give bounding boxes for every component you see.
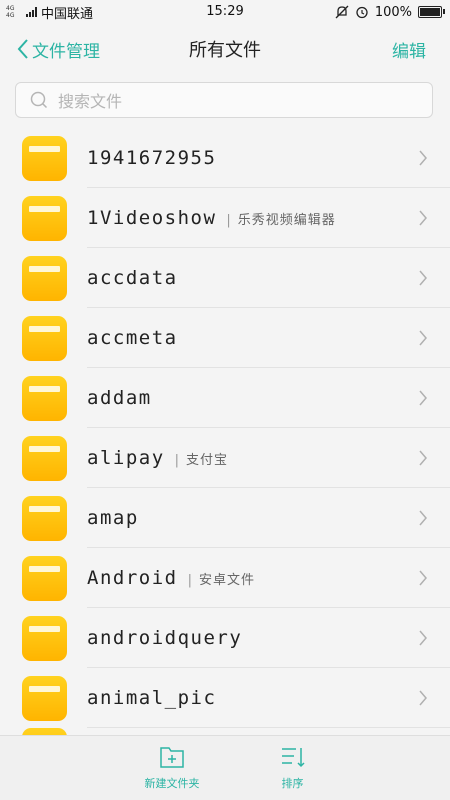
folder-name: 1Videoshow 乐秀视频编辑器 [87, 207, 336, 229]
folder-row[interactable]: accdata [0, 248, 450, 308]
new-folder-label: 新建文件夹 [144, 777, 200, 790]
clock: 15:29 [206, 4, 244, 19]
folder-icon [22, 135, 67, 181]
folder-row[interactable]: accmeta [0, 308, 450, 368]
back-label: 文件管理 [32, 41, 100, 62]
folder-icon [22, 195, 67, 241]
back-button[interactable]: 文件管理 [0, 37, 100, 62]
file-list: 1941672955 1Videoshow 乐秀视频编辑器 accdata accmet… [0, 128, 450, 746]
folder-name-text: alipay [87, 447, 165, 469]
folder-name-text: addam [87, 387, 152, 409]
folder-icon [22, 375, 67, 421]
folder-row[interactable]: Android 安卓文件 [0, 548, 450, 608]
folder-row[interactable]: 1941672955 [0, 128, 450, 188]
chevron-right-icon [419, 510, 427, 526]
folder-row[interactable]: 1Videoshow 乐秀视频编辑器 [0, 188, 450, 248]
folder-description: 安卓文件 [188, 573, 255, 588]
folder-name: accdata [87, 267, 178, 289]
chevron-left-icon [17, 39, 28, 59]
sort-icon [281, 748, 305, 768]
chevron-right-icon [419, 150, 427, 166]
folder-name-text: accmeta [87, 327, 178, 349]
folder-name: Android 安卓文件 [87, 567, 255, 589]
folder-icon [22, 315, 67, 361]
edit-button[interactable]: 编辑 [392, 37, 450, 62]
folder-name: 1941672955 [87, 147, 216, 169]
folder-name-text: 1941672955 [87, 147, 217, 169]
folder-name: alipay 支付宝 [87, 447, 228, 469]
search-icon [30, 91, 48, 109]
folder-row[interactable]: androidquery [0, 608, 450, 668]
folder-description: 乐秀视频编辑器 [226, 213, 335, 228]
folder-name-text: animal_pic [87, 687, 217, 709]
chevron-right-icon [419, 330, 427, 346]
search-input[interactable]: 搜索文件 [15, 82, 433, 118]
folder-name: animal_pic [87, 687, 216, 709]
folder-description: 支付宝 [175, 453, 228, 468]
folder-row[interactable]: addam [0, 368, 450, 428]
folder-name-text: Android [87, 567, 178, 589]
folder-name: amap [87, 507, 139, 529]
folder-icon [22, 675, 67, 721]
chevron-right-icon [419, 570, 427, 586]
folder-name-text: 1Videoshow [87, 207, 217, 229]
folder-row[interactable]: alipay 支付宝 [0, 428, 450, 488]
chevron-right-icon [419, 270, 427, 286]
navigation-bar: 文件管理 所有文件 编辑 [0, 24, 450, 74]
folder-name: accmeta [87, 327, 178, 349]
chevron-right-icon [419, 690, 427, 706]
chevron-right-icon [419, 450, 427, 466]
folder-name-text: androidquery [87, 627, 243, 649]
folder-icon [22, 495, 67, 541]
chevron-right-icon [419, 210, 427, 226]
new-folder-button[interactable]: 新建文件夹 [145, 745, 200, 791]
folder-icon [22, 555, 67, 601]
bottom-toolbar: 新建文件夹 排序 [0, 735, 450, 800]
new-folder-icon [160, 747, 184, 768]
folder-icon [22, 615, 67, 661]
folder-icon [22, 435, 67, 481]
sort-button[interactable]: 排序 [280, 745, 306, 791]
battery-icon [418, 6, 445, 18]
folder-name-text: amap [87, 507, 139, 529]
search-placeholder: 搜索文件 [58, 92, 123, 111]
chevron-right-icon [419, 630, 427, 646]
folder-row[interactable]: animal_pic [0, 668, 450, 728]
folder-name-text: accdata [87, 267, 178, 289]
status-bar: 4G 4G 中国联通 15:29 100% [0, 0, 450, 24]
folder-icon [22, 255, 67, 301]
folder-name: androidquery [87, 627, 242, 649]
folder-row[interactable]: amap [0, 488, 450, 548]
chevron-right-icon [419, 390, 427, 406]
folder-name: addam [87, 387, 152, 409]
sort-label: 排序 [281, 777, 304, 790]
